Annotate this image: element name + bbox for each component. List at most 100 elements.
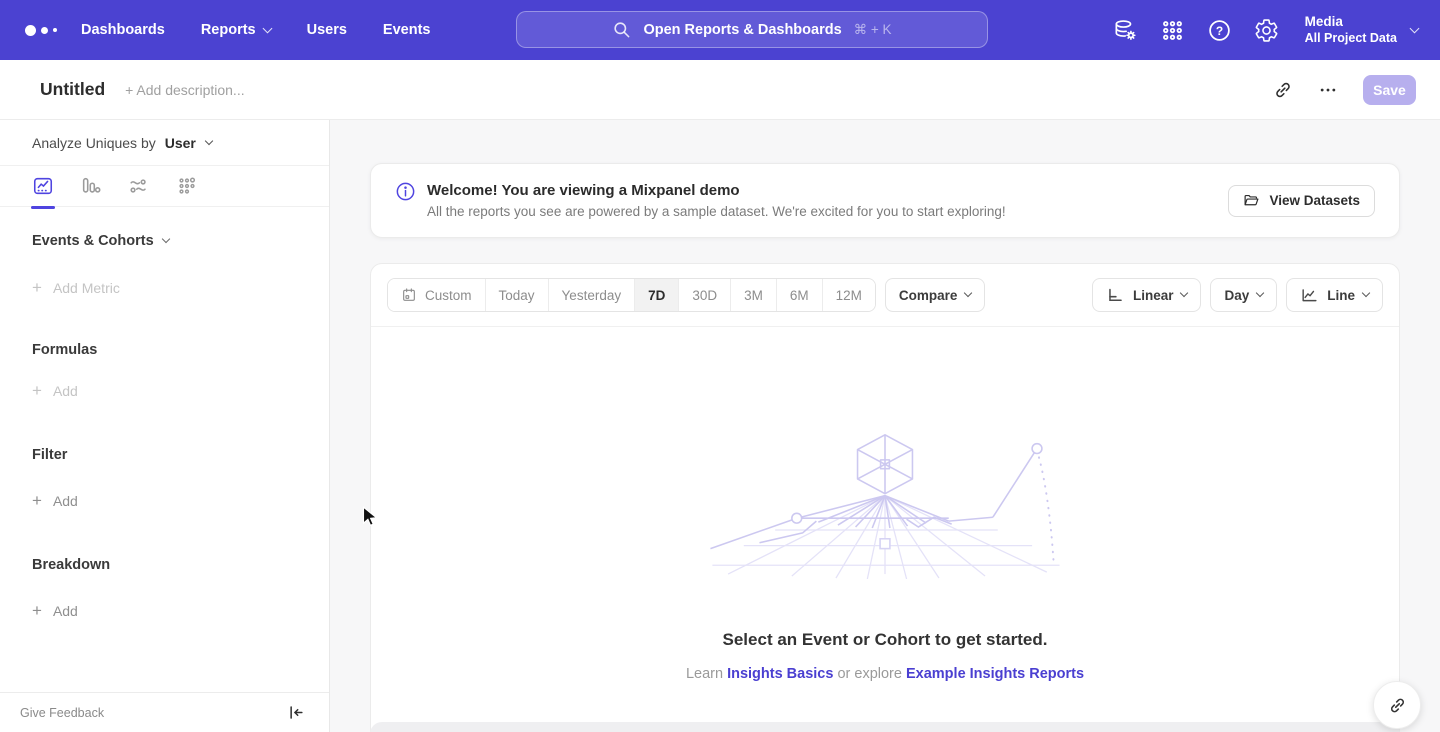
- bottom-panel-peek: [370, 722, 1400, 732]
- demo-welcome-banner: Welcome! You are viewing a Mixpanel demo…: [370, 163, 1400, 238]
- project-scope: All Project Data: [1305, 31, 1397, 47]
- sidebar-sections: Events & Cohorts + Add Metric Formulas +…: [0, 233, 329, 621]
- main-content: Welcome! You are viewing a Mixpanel demo…: [330, 120, 1440, 732]
- line-chart-icon: [1300, 286, 1319, 305]
- primary-nav: Dashboards Reports Users Events: [81, 22, 430, 38]
- give-feedback-link[interactable]: Give Feedback: [20, 706, 104, 720]
- chart-type-dropdown[interactable]: Line: [1286, 278, 1383, 312]
- query-builder-sidebar: Analyze Uniques by User Events & Cohorts: [0, 120, 330, 732]
- range-today[interactable]: Today: [485, 279, 548, 311]
- add-description-field[interactable]: + Add description...: [125, 82, 244, 98]
- range-30d[interactable]: 30D: [678, 279, 730, 311]
- project-switcher[interactable]: Media All Project Data: [1305, 14, 1418, 47]
- nav-item-reports[interactable]: Reports: [201, 22, 271, 38]
- calendar-icon: [401, 287, 417, 303]
- visualization-tabs: [0, 166, 329, 207]
- link-icon: [1388, 696, 1407, 715]
- empty-state-title: Select an Event or Cohort to get started…: [371, 630, 1399, 650]
- help-icon[interactable]: ?: [1207, 18, 1232, 43]
- add-metric-button[interactable]: + Add Metric: [32, 278, 329, 298]
- tab-flows[interactable]: [128, 166, 150, 207]
- range-6m[interactable]: 6M: [776, 279, 822, 311]
- empty-state-subtitle: Learn Insights Basics or explore Example…: [371, 666, 1399, 682]
- plus-icon: +: [32, 278, 42, 298]
- report-header-actions: Save: [1273, 75, 1416, 105]
- banner-title: Welcome! You are viewing a Mixpanel demo: [427, 182, 1006, 199]
- chevron-down-icon: [262, 23, 272, 33]
- plus-icon: +: [32, 381, 42, 401]
- report-header: Untitled + Add description... Save: [0, 60, 1440, 120]
- nav-item-users[interactable]: Users: [307, 22, 347, 38]
- mixpanel-logo-icon[interactable]: [25, 25, 61, 36]
- insights-chart-icon: [32, 175, 54, 197]
- info-icon: [395, 181, 416, 202]
- scale-dropdown[interactable]: Linear: [1092, 278, 1202, 312]
- range-7d[interactable]: 7D: [634, 279, 678, 311]
- linear-axis-icon: [1106, 286, 1125, 305]
- interval-dropdown[interactable]: Day: [1210, 278, 1277, 312]
- settings-gear-icon[interactable]: [1254, 18, 1279, 43]
- search-shortcut: ⌘ + K: [854, 22, 892, 38]
- bar-chart-icon: [80, 175, 102, 197]
- save-button[interactable]: Save: [1363, 75, 1416, 105]
- search-placeholder: Open Reports & Dashboards: [643, 22, 841, 38]
- chevron-down-icon: [161, 235, 169, 243]
- chevron-down-icon: [205, 136, 213, 144]
- empty-state: Select an Event or Cohort to get started…: [371, 427, 1399, 682]
- tab-bar-chart[interactable]: [80, 166, 102, 207]
- project-name: Media: [1305, 14, 1397, 31]
- chevron-down-icon: [1180, 289, 1188, 297]
- nav-right-group: ? Media All Project Data: [1113, 0, 1418, 60]
- chart-controls-row: Custom Today Yesterday 7D 30D 3M 6M 12M …: [371, 264, 1399, 327]
- add-formula-button[interactable]: + Add: [32, 381, 329, 401]
- collapse-sidebar-icon[interactable]: [286, 703, 305, 722]
- nav-item-dashboards[interactable]: Dashboards: [81, 22, 165, 38]
- report-title[interactable]: Untitled: [40, 79, 105, 100]
- chevron-down-icon: [964, 289, 972, 297]
- range-yesterday[interactable]: Yesterday: [548, 279, 635, 311]
- plus-icon: +: [32, 601, 42, 621]
- plus-icon: +: [32, 491, 42, 511]
- search-icon: [612, 20, 631, 39]
- share-link-fab[interactable]: [1373, 681, 1421, 729]
- breakdown-section: Breakdown: [32, 557, 329, 573]
- report-card: Custom Today Yesterday 7D 30D 3M 6M 12M …: [370, 263, 1400, 732]
- chevron-down-icon: [1256, 289, 1264, 297]
- flows-icon: [128, 175, 150, 197]
- view-datasets-button[interactable]: View Datasets: [1228, 185, 1375, 217]
- formulas-section: Formulas: [32, 342, 329, 358]
- tab-insights-chart[interactable]: [32, 166, 54, 207]
- chevron-down-icon: [1410, 23, 1420, 33]
- folder-icon: [1243, 192, 1260, 209]
- more-options-ellipsis-icon[interactable]: [1318, 80, 1338, 100]
- filter-section: Filter: [32, 447, 329, 463]
- top-nav: Dashboards Reports Users Events Open Rep…: [0, 0, 1440, 60]
- analyze-value-dropdown[interactable]: User: [165, 135, 196, 151]
- mixpanel-app: Dashboards Reports Users Events Open Rep…: [0, 0, 1440, 732]
- date-controls: Custom Today Yesterday 7D 30D 3M 6M 12M …: [387, 278, 985, 312]
- copy-link-icon[interactable]: [1273, 80, 1293, 100]
- date-range-segmented-control: Custom Today Yesterday 7D 30D 3M 6M 12M: [387, 278, 876, 312]
- display-controls: Linear Day Line: [1092, 278, 1383, 312]
- analyze-uniques-row: Analyze Uniques by User: [0, 120, 329, 166]
- range-12m[interactable]: 12M: [822, 279, 875, 311]
- compare-dropdown[interactable]: Compare: [885, 278, 986, 312]
- example-insights-reports-link[interactable]: Example Insights Reports: [906, 666, 1084, 682]
- retention-dots-icon: [176, 175, 198, 197]
- range-3m[interactable]: 3M: [730, 279, 776, 311]
- global-search-input[interactable]: Open Reports & Dashboards ⌘ + K: [516, 11, 988, 48]
- insights-basics-link[interactable]: Insights Basics: [727, 666, 833, 682]
- svg-text:?: ?: [1215, 23, 1222, 37]
- events-cohorts-section[interactable]: Events & Cohorts: [32, 233, 329, 249]
- sidebar-footer: Give Feedback: [0, 692, 329, 732]
- banner-subtitle: All the reports you see are powered by a…: [427, 204, 1006, 219]
- analyze-label: Analyze Uniques by: [32, 135, 156, 151]
- data-management-icon[interactable]: [1113, 18, 1138, 43]
- add-filter-button[interactable]: + Add: [32, 491, 329, 511]
- apps-grid-icon[interactable]: [1160, 18, 1185, 43]
- nav-item-events[interactable]: Events: [383, 22, 431, 38]
- tab-retention[interactable]: [176, 166, 198, 207]
- range-custom[interactable]: Custom: [388, 279, 485, 311]
- empty-state-illustration: [695, 427, 1075, 579]
- add-breakdown-button[interactable]: + Add: [32, 601, 329, 621]
